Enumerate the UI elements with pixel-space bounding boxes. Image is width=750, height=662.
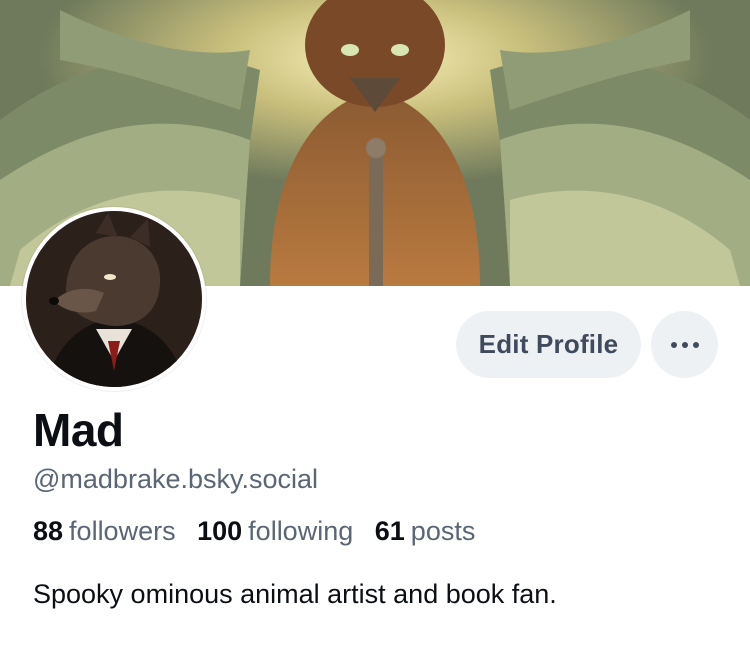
edit-profile-button[interactable]: Edit Profile (456, 311, 641, 378)
profile-bio: Spooky ominous animal artist and book fa… (33, 579, 557, 609)
more-options-button[interactable] (651, 311, 718, 378)
ellipsis-icon (670, 341, 699, 348)
posts-label: posts (410, 516, 476, 546)
avatar[interactable] (22, 207, 206, 391)
profile-header: Edit Profile Mad @madbrake.bsky.social 8… (0, 0, 750, 662)
following-label: following (248, 516, 354, 546)
following-stat[interactable]: 100 following (197, 514, 353, 548)
followers-count: 88 (33, 516, 64, 546)
following-count: 100 (197, 516, 243, 546)
profile-handle[interactable]: @madbrake.bsky.social (33, 462, 318, 496)
posts-count: 61 (374, 516, 405, 546)
followers-label: followers (69, 516, 176, 546)
display-name: Mad (33, 404, 124, 456)
profile-stats: 88 followers 100 following 61 posts (33, 514, 489, 548)
followers-stat[interactable]: 88 followers (33, 514, 176, 548)
posts-stat: 61 posts (375, 514, 476, 548)
